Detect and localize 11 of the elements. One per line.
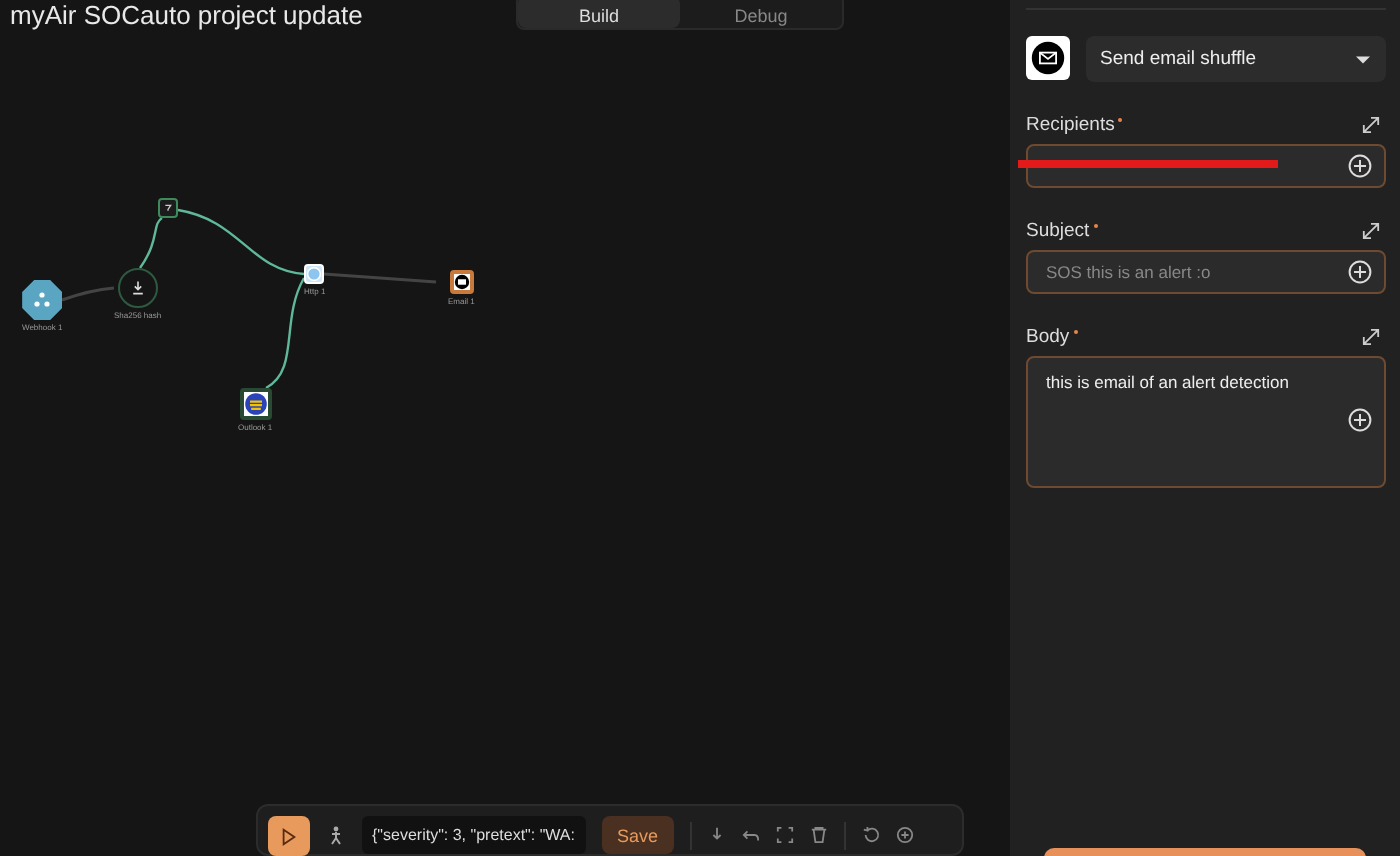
save-button[interactable]: Save [601,816,675,854]
mode-tab[interactable]: Build [518,0,680,28]
workflow-title: myAir SOCauto project update [10,0,363,30]
field-label: Subject [1026,219,1090,241]
input-field[interactable]: this is email of an alert detection [1026,356,1386,488]
field-label: Body [1026,325,1070,347]
input-field[interactable]: SOS this is an alert :o [1026,250,1386,294]
mode-tab[interactable]: Debug [680,0,842,28]
execution-argument-field[interactable]: {"severity": 3, "pretext": "WA: [362,816,585,854]
action-dropdown[interactable]: Send email shuffle [1086,36,1386,82]
field-label: Recipients [1026,113,1115,135]
